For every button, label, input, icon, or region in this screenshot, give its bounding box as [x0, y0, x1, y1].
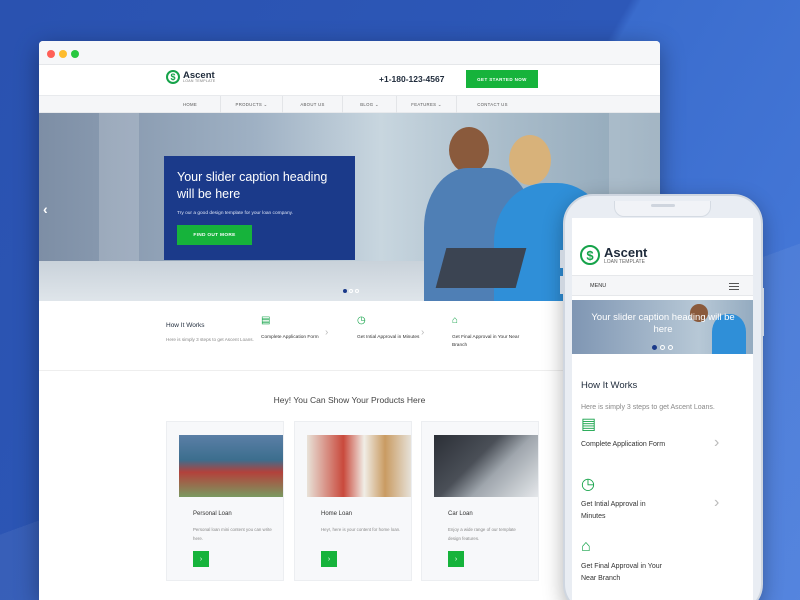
hamburger-icon[interactable]: [729, 283, 739, 292]
phone-screen: $ Ascent LOAN TEMPLATE MENU Your slider …: [572, 218, 753, 600]
step-3: ⌂ Get Final Approval in Your Near Branch: [452, 315, 522, 350]
clipboard-icon: ▤: [261, 315, 271, 326]
hero-caption-box: Your slider caption heading will be here…: [164, 156, 355, 260]
slider-dot-active[interactable]: [343, 289, 347, 293]
mobile-step-2: ◷ Get Intial Approval in Minutes: [581, 476, 671, 523]
bank-icon: ⌂: [581, 538, 591, 555]
step-label: Complete Application Form: [261, 335, 319, 340]
product-card-car[interactable]: Car Loan Enjoy a wide range of our templ…: [421, 421, 539, 581]
mobile-brand-subtitle: LOAN TEMPLATE: [604, 258, 645, 265]
card-text: Enjoy a wide range of our template desig…: [448, 527, 516, 541]
nav-home[interactable]: HOME: [160, 96, 221, 113]
slider-dot[interactable]: [660, 345, 665, 350]
clock-icon: ◷: [581, 476, 595, 493]
step-label: Get Intial Approval in Minutes: [357, 335, 420, 340]
find-out-more-button[interactable]: FIND OUT MORE: [177, 225, 252, 245]
hero-laptop: [435, 248, 527, 288]
slider-dot[interactable]: [349, 289, 353, 293]
card-title: Personal Loan: [193, 511, 232, 517]
chevron-right-icon: ›: [421, 327, 425, 338]
brand-subtitle: LOAN TEMPLATE: [183, 79, 216, 83]
site-header: $ Ascent LOAN TEMPLATE +1-180-123-4567 G…: [39, 65, 660, 95]
card-text: Personal loan mini content you can write…: [193, 527, 272, 541]
product-card-home[interactable]: Home Loan Hey!, here is your content for…: [294, 421, 412, 581]
how-subtitle: Here is simply 3 steps to get Ascent Loa…: [166, 337, 254, 342]
home-loan-image: [307, 435, 411, 497]
chevron-right-icon: ›: [325, 327, 329, 338]
browser-toolbar: [39, 41, 660, 65]
slider-dots: [343, 289, 359, 293]
chevron-right-icon[interactable]: ›: [714, 434, 719, 452]
main-nav: HOME PRODUCTS ⌄ ABOUT US BLOG ⌄ FEATURES…: [39, 95, 660, 113]
mobile-step-label: Get Final Approval in Your Near Branch: [581, 563, 662, 582]
phone-number: +1-180-123-4567: [379, 74, 445, 84]
nav-products[interactable]: PRODUCTS ⌄: [221, 96, 283, 113]
mobile-slider-dots: [652, 345, 673, 350]
how-title: How It Works: [166, 322, 205, 329]
product-card-personal[interactable]: Personal Loan Personal loan mini content…: [166, 421, 284, 581]
clock-icon: ◷: [357, 315, 366, 326]
mobile-brand-name: Ascent: [604, 244, 648, 260]
maximize-dot[interactable]: [71, 50, 79, 58]
personal-loan-image: [179, 435, 283, 497]
minimize-dot[interactable]: [59, 50, 67, 58]
nav-blog[interactable]: BLOG ⌄: [343, 96, 397, 113]
slider-dot[interactable]: [668, 345, 673, 350]
card-title: Car Loan: [448, 511, 473, 517]
hero-person-woman-head: [509, 135, 551, 185]
phone-volume-button: [560, 250, 563, 268]
dollar-icon: $: [580, 245, 600, 265]
mobile-step-1: ▤ Complete Application Form: [581, 416, 671, 451]
card-text: Hey!, here is your content for home loan…: [321, 527, 401, 532]
phone-volume-button: [560, 276, 563, 294]
slider-dot-active[interactable]: [652, 345, 657, 350]
get-started-button[interactable]: GET STARTED NOW: [466, 70, 538, 88]
mobile-step-3: ⌂ Get Final Approval in Your Near Branch: [581, 538, 671, 585]
chevron-right-icon[interactable]: ›: [321, 551, 337, 567]
nav-contact[interactable]: CONTACT US: [457, 96, 528, 113]
car-loan-image: [434, 435, 538, 497]
mobile-how-title: How It Works: [581, 380, 638, 391]
slider-dot[interactable]: [355, 289, 359, 293]
mobile-logo[interactable]: $ Ascent LOAN TEMPLATE: [580, 245, 647, 265]
card-title: Home Loan: [321, 511, 353, 517]
hero-person-man-head: [449, 127, 489, 173]
step-1: ▤ Complete Application Form: [261, 315, 331, 342]
mobile-hero-caption: Your slider caption heading will be here: [591, 312, 735, 335]
phone-side-button: [761, 288, 764, 336]
chevron-right-icon[interactable]: ›: [193, 551, 209, 567]
clipboard-icon: ▤: [581, 416, 597, 433]
mobile-menu-bar[interactable]: MENU: [572, 275, 753, 296]
nav-about[interactable]: ABOUT US: [283, 96, 343, 113]
mobile-step-label: Complete Application Form: [581, 441, 666, 448]
dollar-icon: $: [166, 70, 180, 84]
chevron-right-icon[interactable]: ›: [448, 551, 464, 567]
step-2: ◷ Get Intial Approval in Minutes: [357, 315, 427, 342]
close-dot[interactable]: [47, 50, 55, 58]
mobile-hero: Your slider caption heading will be here: [572, 300, 753, 354]
phone-speaker: [651, 204, 675, 207]
mobile-how-subtitle: Here is simply 3 steps to get Ascent Loa…: [581, 404, 715, 411]
mobile-menu-label: MENU: [590, 283, 607, 289]
hero-text: Try our a good design template for your …: [177, 211, 293, 216]
chevron-right-icon[interactable]: ›: [714, 494, 719, 512]
bank-icon: ⌂: [452, 315, 459, 326]
mobile-step-label: Get Intial Approval in Minutes: [581, 501, 646, 520]
site-logo[interactable]: $ Ascent LOAN TEMPLATE: [166, 70, 216, 84]
step-label: Get Final Approval in Your Near Branch: [452, 335, 520, 348]
chevron-left-icon[interactable]: ‹: [43, 201, 48, 217]
nav-features[interactable]: FEATURES ⌄: [397, 96, 457, 113]
hero-heading: Your slider caption heading will be here: [177, 170, 328, 201]
